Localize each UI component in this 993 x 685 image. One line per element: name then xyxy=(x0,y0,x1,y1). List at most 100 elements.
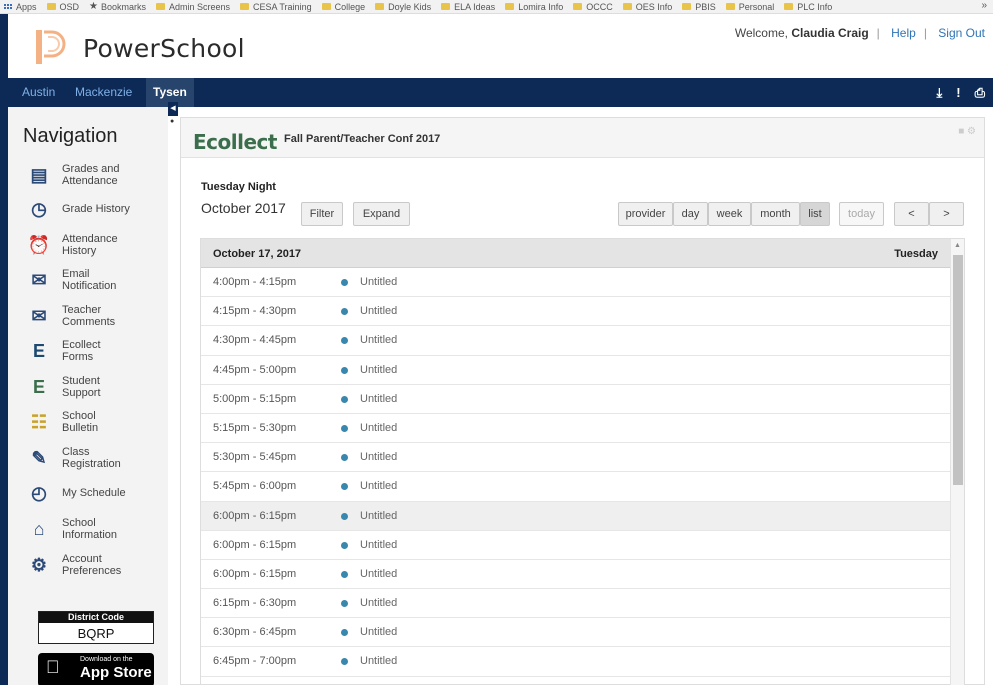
bookmark-item[interactable]: Lomira Info xyxy=(505,2,563,12)
event-title[interactable]: Untitled xyxy=(360,364,397,376)
calendar-event-row[interactable]: 6:30pm - 6:45pm Untitled xyxy=(201,618,964,648)
calendar-event-row[interactable]: 5:15pm - 5:30pm Untitled xyxy=(201,414,964,444)
event-title[interactable]: Untitled xyxy=(360,597,397,609)
event-title[interactable]: Untitled xyxy=(360,334,397,346)
user-name: Claudia Craig xyxy=(791,26,869,40)
event-title[interactable]: Untitled xyxy=(360,393,397,405)
nav-item-ecollect-forms[interactable]: E Ecollect Forms xyxy=(26,336,166,366)
calendar-event-row[interactable]: 5:30pm - 5:45pm Untitled xyxy=(201,443,964,473)
expand-button[interactable]: Expand xyxy=(353,202,410,226)
calendar-event-row[interactable]: 4:30pm - 4:45pm Untitled xyxy=(201,326,964,356)
panel-settings-icon[interactable]: ■ ⚙ xyxy=(958,126,976,137)
calendar-event-row[interactable]: 4:00pm - 4:15pm Untitled xyxy=(201,268,964,298)
welcome-text: Welcome, xyxy=(734,26,788,40)
panel-header: Ecollect Fall Parent/Teacher Conf 2017 ■… xyxy=(181,118,984,158)
calendar-scrollbar[interactable]: ▲ xyxy=(950,239,964,685)
prev-button[interactable]: < xyxy=(894,202,929,226)
apps-grid-icon xyxy=(4,4,12,9)
event-time: 4:45pm - 5:00pm xyxy=(213,363,297,376)
student-tab-mackenzie[interactable]: Mackenzie xyxy=(68,78,139,107)
event-title[interactable]: Untitled xyxy=(360,480,397,492)
folder-icon xyxy=(441,3,451,10)
view-week-button[interactable]: week xyxy=(708,202,751,226)
bookmark-label: Bookmarks xyxy=(101,1,147,12)
calendar-event-row[interactable]: 6:15pm - 6:30pm Untitled xyxy=(201,589,964,619)
bookmark-item[interactable]: Admin Screens xyxy=(156,2,230,12)
calendar-event-row[interactable]: 6:00pm - 6:15pm Untitled xyxy=(201,560,964,590)
bulletin-icon: ☷ xyxy=(30,412,48,432)
event-title[interactable]: Untitled xyxy=(360,655,397,667)
bookmark-item[interactable]: Personal xyxy=(725,2,774,12)
bookmark-label: ELA Ideas xyxy=(454,1,496,12)
event-time: 6:00pm - 6:15pm xyxy=(213,509,297,522)
sign-out-link[interactable]: Sign Out xyxy=(938,26,985,40)
bookmark-item[interactable]: Doyle Kids xyxy=(375,2,431,12)
nav-item-grade-history[interactable]: ◷ Grade History xyxy=(26,194,166,224)
filter-button[interactable]: Filter xyxy=(301,202,343,226)
calendar-month: October 2017 xyxy=(201,200,286,216)
calendar-event-row[interactable]: 5:00pm - 5:15pm Untitled xyxy=(201,385,964,414)
bookmark-item[interactable]: PLC Info xyxy=(784,2,832,12)
bookmark-item[interactable]: OCCC xyxy=(573,2,613,12)
nav-item-class-registration[interactable]: ✎ Class Registration xyxy=(26,443,166,473)
bookmark-item[interactable]: OSD xyxy=(46,1,80,12)
view-provider-button[interactable]: provider xyxy=(618,202,673,226)
bookmark-label: Admin Screens xyxy=(169,1,231,12)
nav-item-school-bulletin[interactable]: ☷ School Bulletin xyxy=(26,407,166,437)
event-title[interactable]: Untitled xyxy=(360,305,397,317)
app-header: PowerSchool Welcome, Claudia Craig | Help… xyxy=(8,14,993,78)
download-icon[interactable]: ⤓ xyxy=(937,85,943,101)
bookmark-item[interactable]: PBIS xyxy=(682,2,716,12)
bookmark-label: Lomira Info xyxy=(518,1,564,12)
bookmark-label: OSD xyxy=(59,1,80,12)
bookmark-item[interactable]: ELA Ideas xyxy=(441,2,495,12)
bookmarks-more-button[interactable]: » xyxy=(981,0,987,11)
collapse-sidebar-button[interactable]: ◀ xyxy=(168,102,178,116)
collapse-handle-icon[interactable]: ● xyxy=(170,118,174,125)
calendar-event-row[interactable]: 6:00pm - 6:15pm Untitled xyxy=(201,501,964,531)
nav-item-teacher-comments[interactable]: ✉ Teacher Comments xyxy=(26,301,166,331)
next-button[interactable]: > xyxy=(929,202,964,226)
scroll-thumb[interactable] xyxy=(953,255,963,485)
student-tab-austin[interactable]: Austin xyxy=(15,78,62,107)
event-time: 4:15pm - 4:30pm xyxy=(213,305,297,318)
event-time: 6:00pm - 6:15pm xyxy=(213,567,297,580)
folder-icon xyxy=(573,3,583,10)
bookmark-item[interactable]: Apps xyxy=(4,2,37,12)
event-title[interactable]: Untitled xyxy=(360,626,397,638)
bookmark-item[interactable]: CESA Training xyxy=(240,2,312,12)
bookmark-item[interactable]: OES Info xyxy=(622,2,672,12)
nav-item-school-information[interactable]: ⌂ School Information xyxy=(26,514,166,544)
event-title[interactable]: Untitled xyxy=(360,451,397,463)
nav-item-attendance-history[interactable]: ⏰ Attendance History xyxy=(26,230,166,260)
event-title[interactable]: Untitled xyxy=(360,539,397,551)
bookmark-item[interactable]: ★ Bookmarks xyxy=(89,1,146,12)
calendar-event-row[interactable]: 4:45pm - 5:00pm Untitled xyxy=(201,356,964,385)
event-title[interactable]: Untitled xyxy=(360,510,397,522)
calendar-event-row[interactable]: 6:00pm - 6:15pm Untitled xyxy=(201,531,964,560)
calendar-event-row[interactable]: 6:45pm - 7:00pm Untitled xyxy=(201,647,964,677)
scroll-up-icon[interactable]: ▲ xyxy=(954,242,961,249)
today-button[interactable]: today xyxy=(839,202,884,226)
print-icon[interactable]: ⎙ xyxy=(975,85,985,101)
event-dot-icon xyxy=(341,395,348,403)
calendar-event-row[interactable]: 4:15pm - 4:30pm Untitled xyxy=(201,297,964,327)
nav-item-account-preferences[interactable]: ⚙ Account Preferences xyxy=(26,550,166,580)
bookmark-label: Doyle Kids xyxy=(388,1,432,12)
bookmark-item[interactable]: College xyxy=(321,2,365,12)
help-link[interactable]: Help xyxy=(891,26,916,40)
nav-item-student-support[interactable]: E Student Support xyxy=(26,372,166,402)
nav-item-label: Grades and Attendance xyxy=(62,163,120,187)
nav-item-email-notification[interactable]: ✉ Email Notification xyxy=(26,265,166,295)
nav-item-grades-and-attendance[interactable]: ▤ Grades and Attendance xyxy=(26,160,166,190)
view-day-button[interactable]: day xyxy=(673,202,708,226)
event-title[interactable]: Untitled xyxy=(360,422,397,434)
view-list-button[interactable]: list xyxy=(800,202,830,226)
view-month-button[interactable]: month xyxy=(751,202,800,226)
event-title[interactable]: Untitled xyxy=(360,568,397,580)
calendar-event-row[interactable]: 5:45pm - 6:00pm Untitled xyxy=(201,472,964,502)
nav-item-my-schedule[interactable]: ◴ My Schedule xyxy=(26,478,166,508)
event-title[interactable]: Untitled xyxy=(360,276,397,288)
app-store-badge[interactable]:  Download on the App Store xyxy=(38,653,154,685)
alert-icon[interactable]: ! xyxy=(956,85,960,100)
